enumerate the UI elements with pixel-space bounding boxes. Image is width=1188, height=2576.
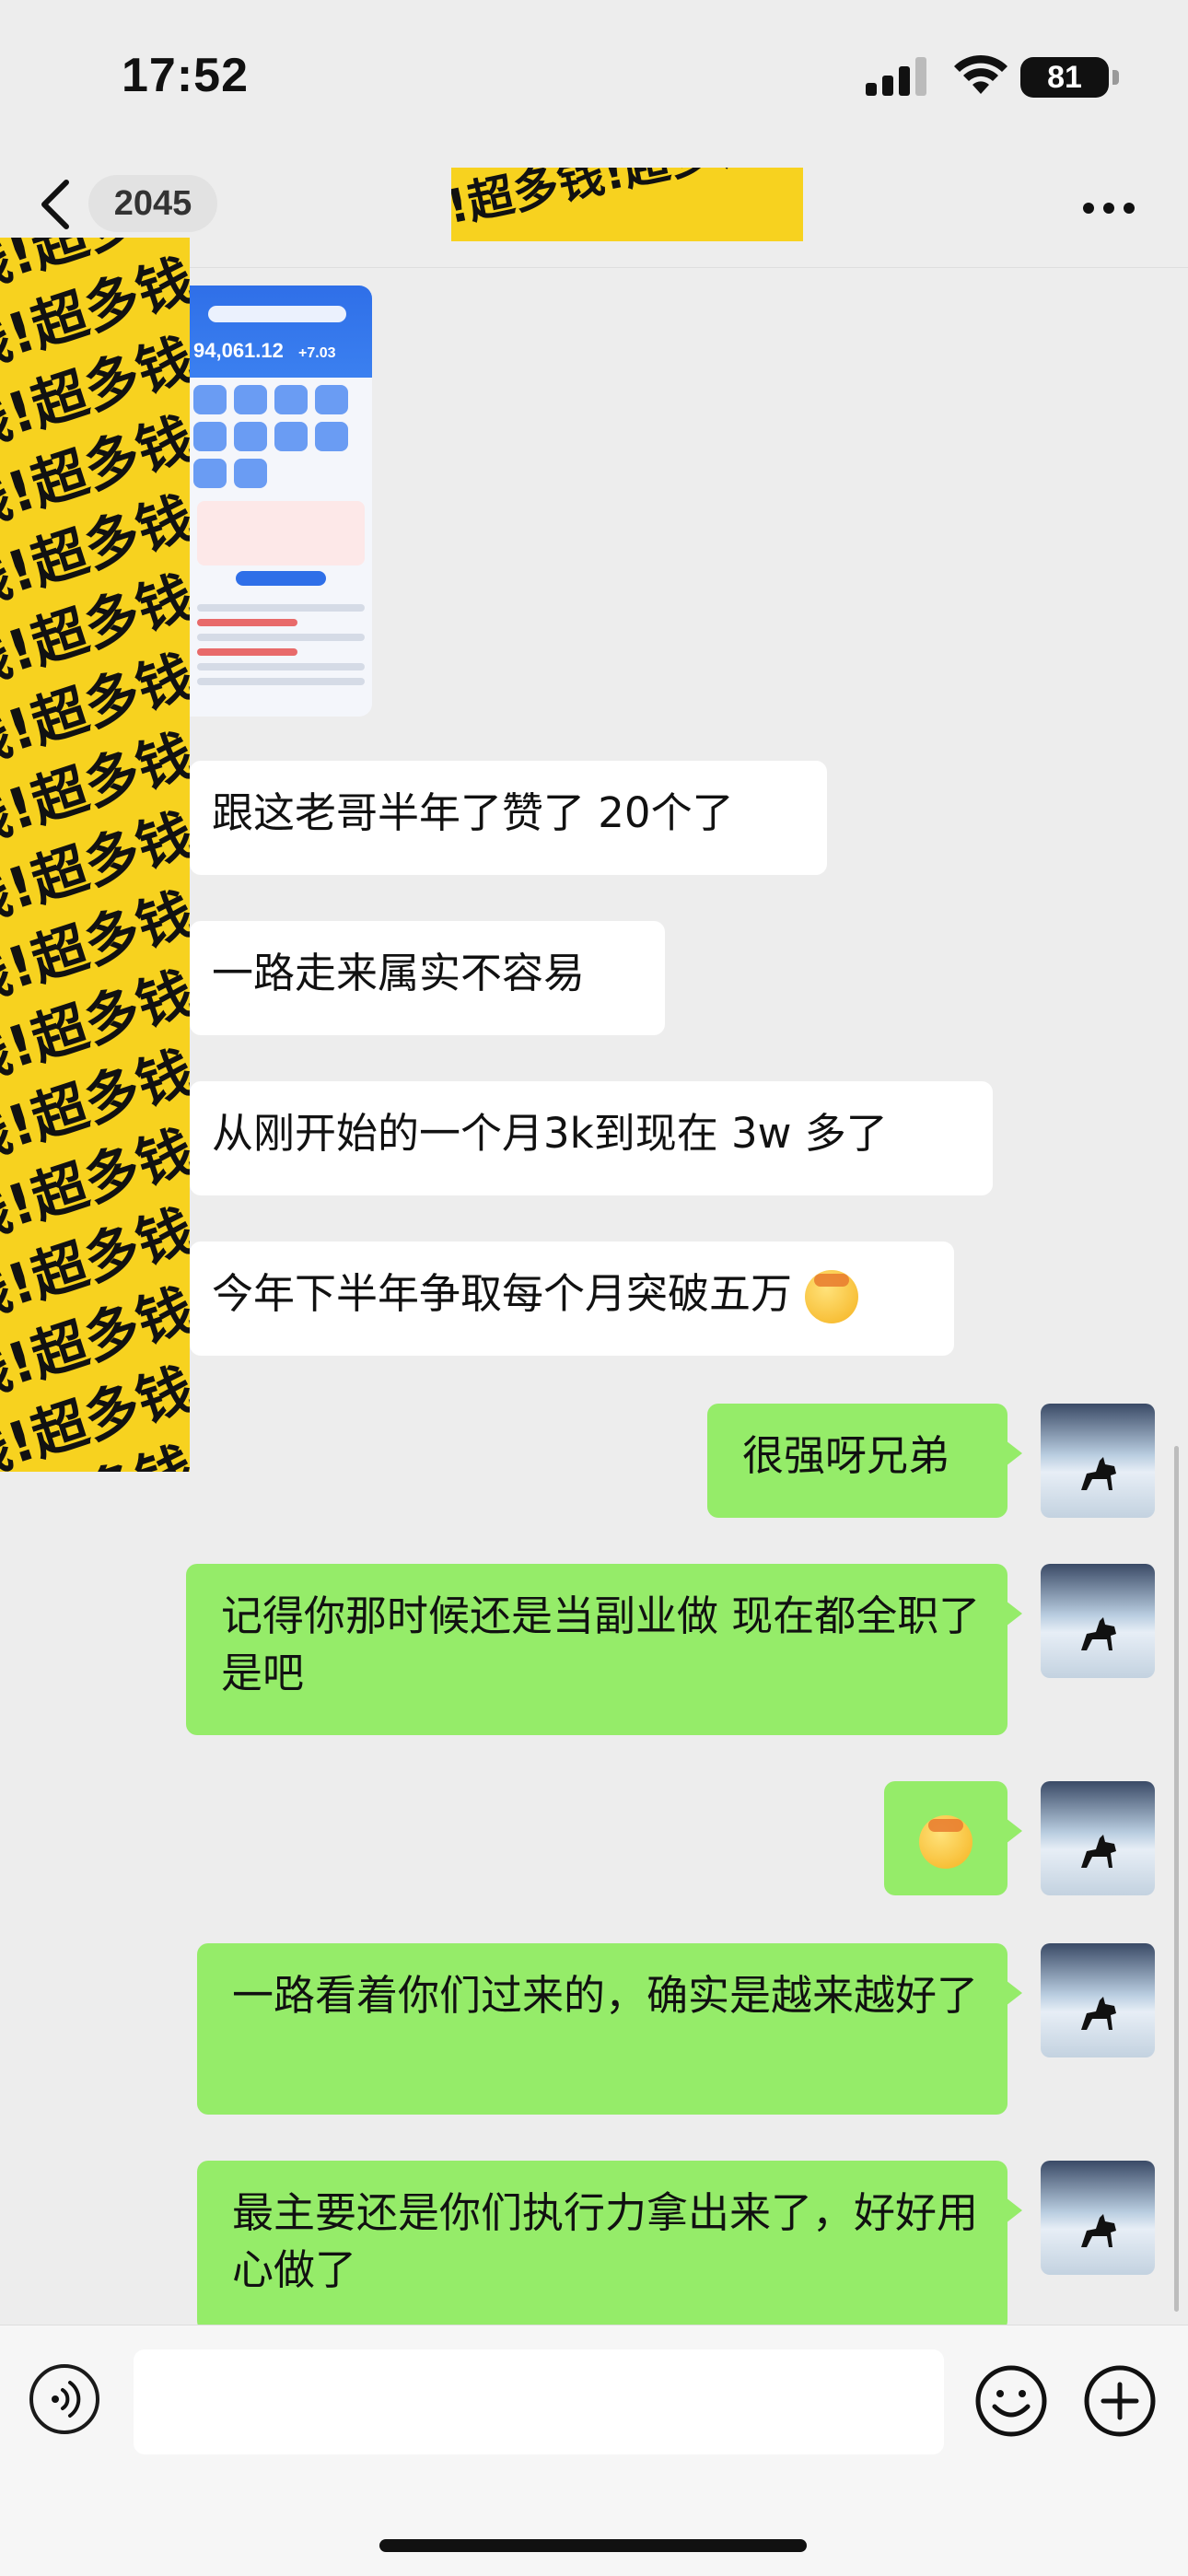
shared-screenshot-image[interactable]: 94,061.12 +7.03 <box>190 286 372 717</box>
horse-rider-icon <box>1081 2214 1116 2247</box>
emoji-determined-icon <box>805 1270 859 1323</box>
more-icon[interactable] <box>1081 201 1136 216</box>
outgoing-message[interactable]: 记得你那时候还是当副业做 现在都全职了是吧 <box>186 1564 1022 1735</box>
status-time: 17:52 <box>122 49 249 102</box>
voice-input-button[interactable] <box>29 2364 99 2434</box>
voice-icon <box>52 2381 81 2418</box>
shared-image-icon-grid <box>190 378 372 495</box>
avatar[interactable] <box>1041 1943 1155 2057</box>
redaction-pattern: 钱!超多钱!超多钱!超多钱!超多 <box>451 168 803 241</box>
home-indicator <box>379 2539 807 2552</box>
signal-icon <box>866 57 926 96</box>
message-text: 记得你那时候还是当副业做 现在都全职了是吧 <box>221 1591 981 1697</box>
horse-rider-icon <box>1081 1997 1116 2030</box>
bubble-tail <box>1006 2197 1022 2223</box>
bubble-tail <box>1006 1818 1022 1844</box>
message-text: 一路走来属实不容易 <box>212 949 586 997</box>
message-text: 今年下半年争取每个月突破五万 <box>212 1269 793 1318</box>
avatar[interactable] <box>1041 1564 1155 1678</box>
bubble-tail <box>1006 1601 1022 1626</box>
sender-avatar-redacted: 钱!超多钱!超多钱!超多钱!超多 钱!超多钱!超多钱!超多钱!超多 钱!超多钱!… <box>0 238 190 1472</box>
chat-scrollbar[interactable] <box>1174 1446 1179 2312</box>
message-input[interactable] <box>134 2349 944 2454</box>
battery-cap <box>1112 70 1119 85</box>
message-text: 很强呀兄弟 <box>742 1431 950 1480</box>
incoming-message[interactable]: 今年下半年争取每个月突破五万 <box>190 1241 954 1356</box>
avatar[interactable] <box>1041 2161 1155 2275</box>
shared-image-banner <box>197 501 365 565</box>
incoming-message[interactable]: 从刚开始的一个月3k到现在 3w 多了 <box>190 1081 993 1195</box>
bubble-tail <box>1006 1440 1022 1466</box>
horse-rider-icon <box>1081 1457 1116 1490</box>
message-text: 从刚开始的一个月3k到现在 3w 多了 <box>212 1109 888 1158</box>
message-text: 跟这老哥半年了赞了 20个了 <box>212 788 734 837</box>
unread-count-badge[interactable]: 2045 <box>88 175 217 232</box>
shared-image-searchbar <box>208 306 346 322</box>
shared-image-list <box>190 591 372 698</box>
shared-image-amount: 94,061.12 +7.03 <box>193 339 335 363</box>
battery-indicator: 81 <box>1020 57 1109 98</box>
back-icon[interactable] <box>37 177 74 232</box>
avatar[interactable] <box>1041 1781 1155 1895</box>
chat-title-redacted: 钱!超多钱!超多钱!超多钱!超多 <box>451 168 803 241</box>
shared-image-amount-value: 94,061.12 <box>193 339 284 362</box>
outgoing-message[interactable]: 很强呀兄弟 <box>707 1404 1022 1518</box>
horse-rider-icon <box>1081 1835 1116 1868</box>
incoming-message[interactable]: 跟这老哥半年了赞了 20个了 <box>190 761 827 875</box>
input-bar <box>0 2325 1188 2576</box>
outgoing-message[interactable]: 一路看着你们过来的，确实是越来越好了 <box>197 1943 1022 2115</box>
shared-image-header: 94,061.12 +7.03 <box>190 286 372 378</box>
plus-icon[interactable] <box>1083 2364 1157 2438</box>
bubble-tail <box>1006 1980 1022 2006</box>
shared-image-button <box>236 571 326 586</box>
emoji-face-icon <box>919 1815 973 1869</box>
outgoing-message[interactable]: 最主要还是你们执行力拿出来了，好好用心做了 <box>197 2161 1022 2332</box>
incoming-message[interactable]: 一路走来属实不容易 <box>190 921 665 1035</box>
outgoing-emoji-message[interactable] <box>884 1781 1022 1895</box>
emoji-icon[interactable] <box>974 2364 1048 2438</box>
message-text: 最主要还是你们执行力拿出来了，好好用心做了 <box>232 2188 979 2294</box>
horse-rider-icon <box>1081 1617 1116 1650</box>
avatar[interactable] <box>1041 1404 1155 1518</box>
status-bar: 17:52 81 <box>0 0 1188 147</box>
wifi-icon <box>954 54 1007 94</box>
message-text: 一路看着你们过来的，确实是越来越好了 <box>232 1971 979 2020</box>
shared-image-change: +7.03 <box>298 345 336 361</box>
